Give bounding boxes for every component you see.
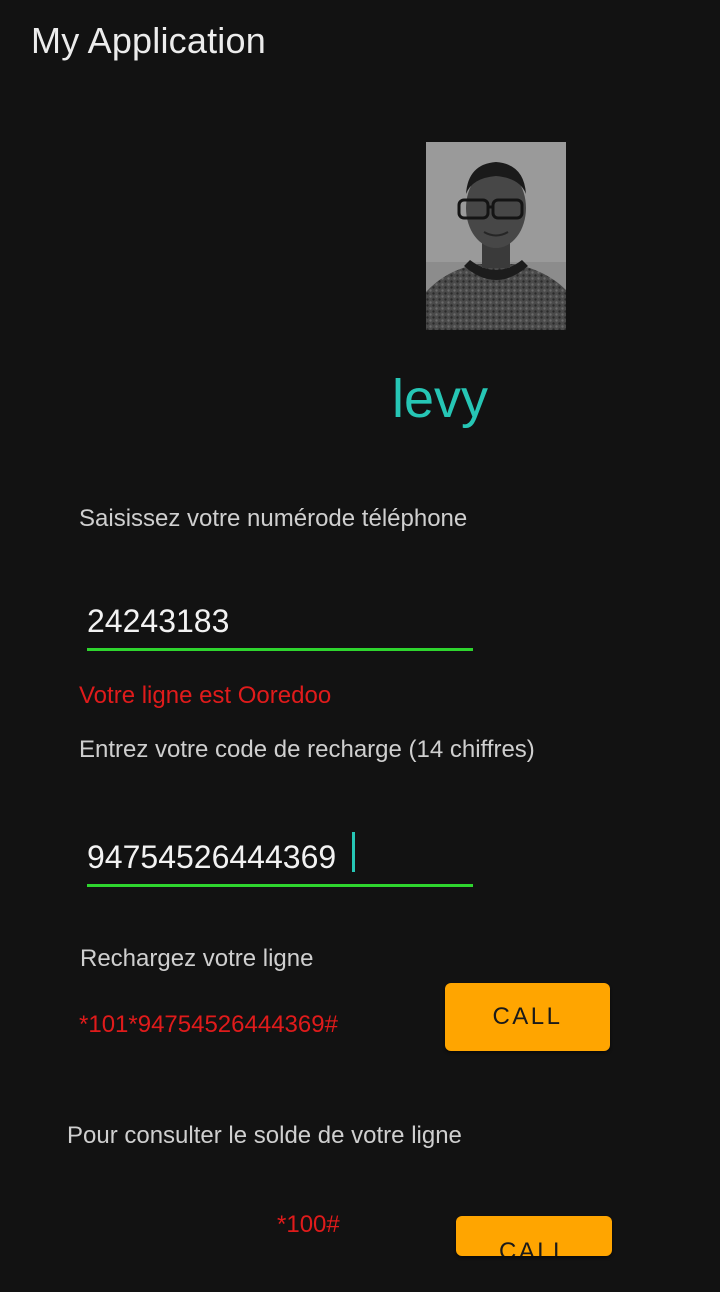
operator-message: Votre ligne est Ooredoo: [79, 682, 332, 709]
balance-check-label: Pour consulter le solde de votre ligne: [67, 1122, 462, 1149]
recharge-code-input[interactable]: [87, 839, 473, 876]
recharge-line-label: Rechargez votre ligne: [80, 945, 314, 972]
recharge-code-label: Entrez votre code de recharge (14 chiffr…: [79, 736, 535, 763]
recharge-code-field[interactable]: [87, 828, 473, 887]
balance-call-button-label: CALL: [498, 1238, 570, 1256]
recharge-ussd-code: *101*94754526444369#: [79, 1011, 338, 1038]
balance-ussd-code: *100#: [277, 1211, 340, 1238]
app-title: My Application: [31, 20, 266, 61]
phone-number-input[interactable]: [87, 603, 473, 640]
phone-number-field[interactable]: [87, 592, 473, 651]
balance-call-button[interactable]: CALL: [456, 1216, 612, 1256]
username: levy: [392, 369, 489, 429]
text-cursor: [352, 832, 355, 872]
recharge-call-button[interactable]: CALL: [445, 983, 610, 1051]
profile-photo-image: [426, 142, 566, 330]
phone-number-label: Saisissez votre numérode téléphone: [79, 505, 468, 532]
profile-photo: [426, 142, 566, 330]
